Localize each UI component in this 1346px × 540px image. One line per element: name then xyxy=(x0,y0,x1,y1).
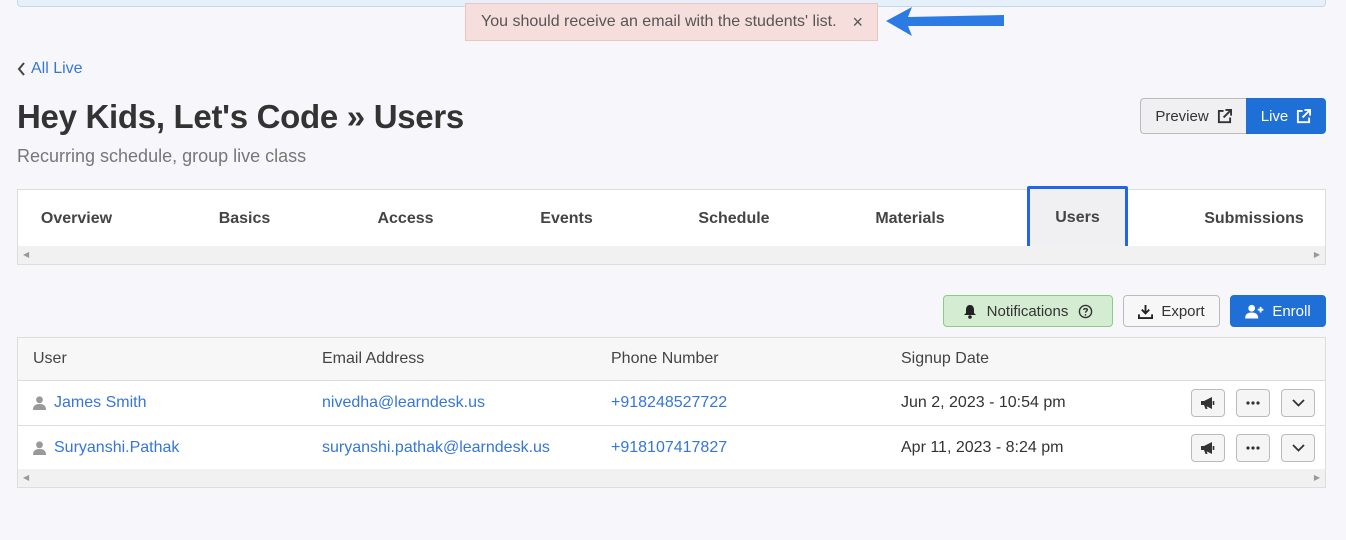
page-subtitle: Recurring schedule, group live class xyxy=(17,146,307,166)
expand-row-button[interactable] xyxy=(1281,389,1315,417)
tab-bar: Overview Basics Access Events Schedule M… xyxy=(17,186,1326,265)
chevron-down-icon xyxy=(1291,399,1305,407)
notifications-label: Notifications xyxy=(986,302,1069,320)
tab-users[interactable]: Users xyxy=(1027,186,1128,249)
back-link-label: All Live xyxy=(31,60,83,77)
export-label: Export xyxy=(1161,302,1205,320)
user-cell: James Smith xyxy=(33,394,146,412)
close-icon[interactable]: × xyxy=(852,12,863,33)
users-table: User Email Address Phone Number Signup D… xyxy=(17,337,1326,488)
scroll-left-icon[interactable]: ◀ xyxy=(23,250,29,259)
chevron-down-icon xyxy=(1291,444,1305,452)
user-icon xyxy=(33,396,46,410)
scroll-right-icon[interactable]: ▶ xyxy=(1314,473,1320,482)
live-button[interactable]: Live xyxy=(1246,98,1326,134)
preview-button[interactable]: Preview xyxy=(1140,98,1246,134)
signup-date: Jun 2, 2023 - 10:54 pm xyxy=(901,394,1066,411)
toast-text: You should receive an email with the stu… xyxy=(481,13,837,30)
notifications-button[interactable]: Notifications xyxy=(943,295,1113,327)
user-name-link[interactable]: Suryanshi.Pathak xyxy=(54,439,179,457)
more-options-button[interactable] xyxy=(1236,434,1270,462)
announce-button[interactable] xyxy=(1191,389,1225,417)
column-header-phone[interactable]: Phone Number xyxy=(611,350,719,368)
table-scrollbar[interactable]: ◀ ▶ xyxy=(18,469,1325,487)
export-button[interactable]: Export xyxy=(1123,295,1220,327)
email-link[interactable]: nivedha@learndesk.us xyxy=(322,394,485,412)
back-link-all-live[interactable]: All Live xyxy=(17,60,83,78)
user-actions: Notifications Export Enroll xyxy=(943,295,1326,327)
user-cell: Suryanshi.Pathak xyxy=(33,439,179,457)
pointer-arrow-icon xyxy=(886,7,1004,36)
tab-access[interactable]: Access xyxy=(347,190,464,247)
help-icon[interactable] xyxy=(1078,304,1093,319)
announce-button[interactable] xyxy=(1191,434,1225,462)
chevron-left-icon xyxy=(17,62,25,76)
tab-schedule[interactable]: Schedule xyxy=(669,190,799,247)
expand-row-button[interactable] xyxy=(1281,434,1315,462)
external-link-icon xyxy=(1297,108,1312,123)
user-name-link[interactable]: James Smith xyxy=(54,394,146,412)
column-header-signup-date[interactable]: Signup Date xyxy=(901,350,989,368)
email-link[interactable]: suryanshi.pathak@learndesk.us xyxy=(322,439,550,457)
tab-events[interactable]: Events xyxy=(508,190,625,247)
table-row: Suryanshi.Pathak suryanshi.pathak@learnd… xyxy=(18,426,1325,471)
scroll-left-icon[interactable]: ◀ xyxy=(23,473,29,482)
more-options-button[interactable] xyxy=(1236,389,1270,417)
tab-overview[interactable]: Overview xyxy=(18,190,135,247)
page-title: Hey Kids, Let's Code » Users xyxy=(17,98,464,135)
bell-icon xyxy=(963,304,976,319)
column-header-user[interactable]: User xyxy=(33,350,67,368)
live-label: Live xyxy=(1260,107,1289,125)
preview-label: Preview xyxy=(1155,107,1209,125)
tab-materials[interactable]: Materials xyxy=(845,190,975,247)
download-icon xyxy=(1138,304,1154,319)
tab-basics[interactable]: Basics xyxy=(186,190,303,247)
ellipsis-icon xyxy=(1246,446,1260,450)
tabs-scrollbar[interactable]: ◀ ▶ xyxy=(18,246,1325,264)
megaphone-icon xyxy=(1201,397,1215,409)
add-user-icon xyxy=(1245,304,1264,319)
phone-link[interactable]: +918107417827 xyxy=(611,439,727,457)
tab-submissions[interactable]: Submissions xyxy=(1193,190,1315,247)
toast-message: You should receive an email with the stu… xyxy=(465,3,878,41)
view-button-group: Preview Live xyxy=(1140,98,1326,134)
megaphone-icon xyxy=(1201,442,1215,454)
external-link-icon xyxy=(1217,108,1232,123)
user-icon xyxy=(33,441,46,455)
scroll-right-icon[interactable]: ▶ xyxy=(1314,250,1320,259)
enroll-button[interactable]: Enroll xyxy=(1230,295,1326,327)
column-header-email[interactable]: Email Address xyxy=(322,350,424,368)
table-row: James Smith nivedha@learndesk.us +918248… xyxy=(18,381,1325,426)
ellipsis-icon xyxy=(1246,401,1260,405)
phone-link[interactable]: +918248527722 xyxy=(611,394,727,412)
signup-date: Apr 11, 2023 - 8:24 pm xyxy=(901,439,1064,456)
table-header: User Email Address Phone Number Signup D… xyxy=(18,338,1325,381)
enroll-label: Enroll xyxy=(1272,302,1311,320)
